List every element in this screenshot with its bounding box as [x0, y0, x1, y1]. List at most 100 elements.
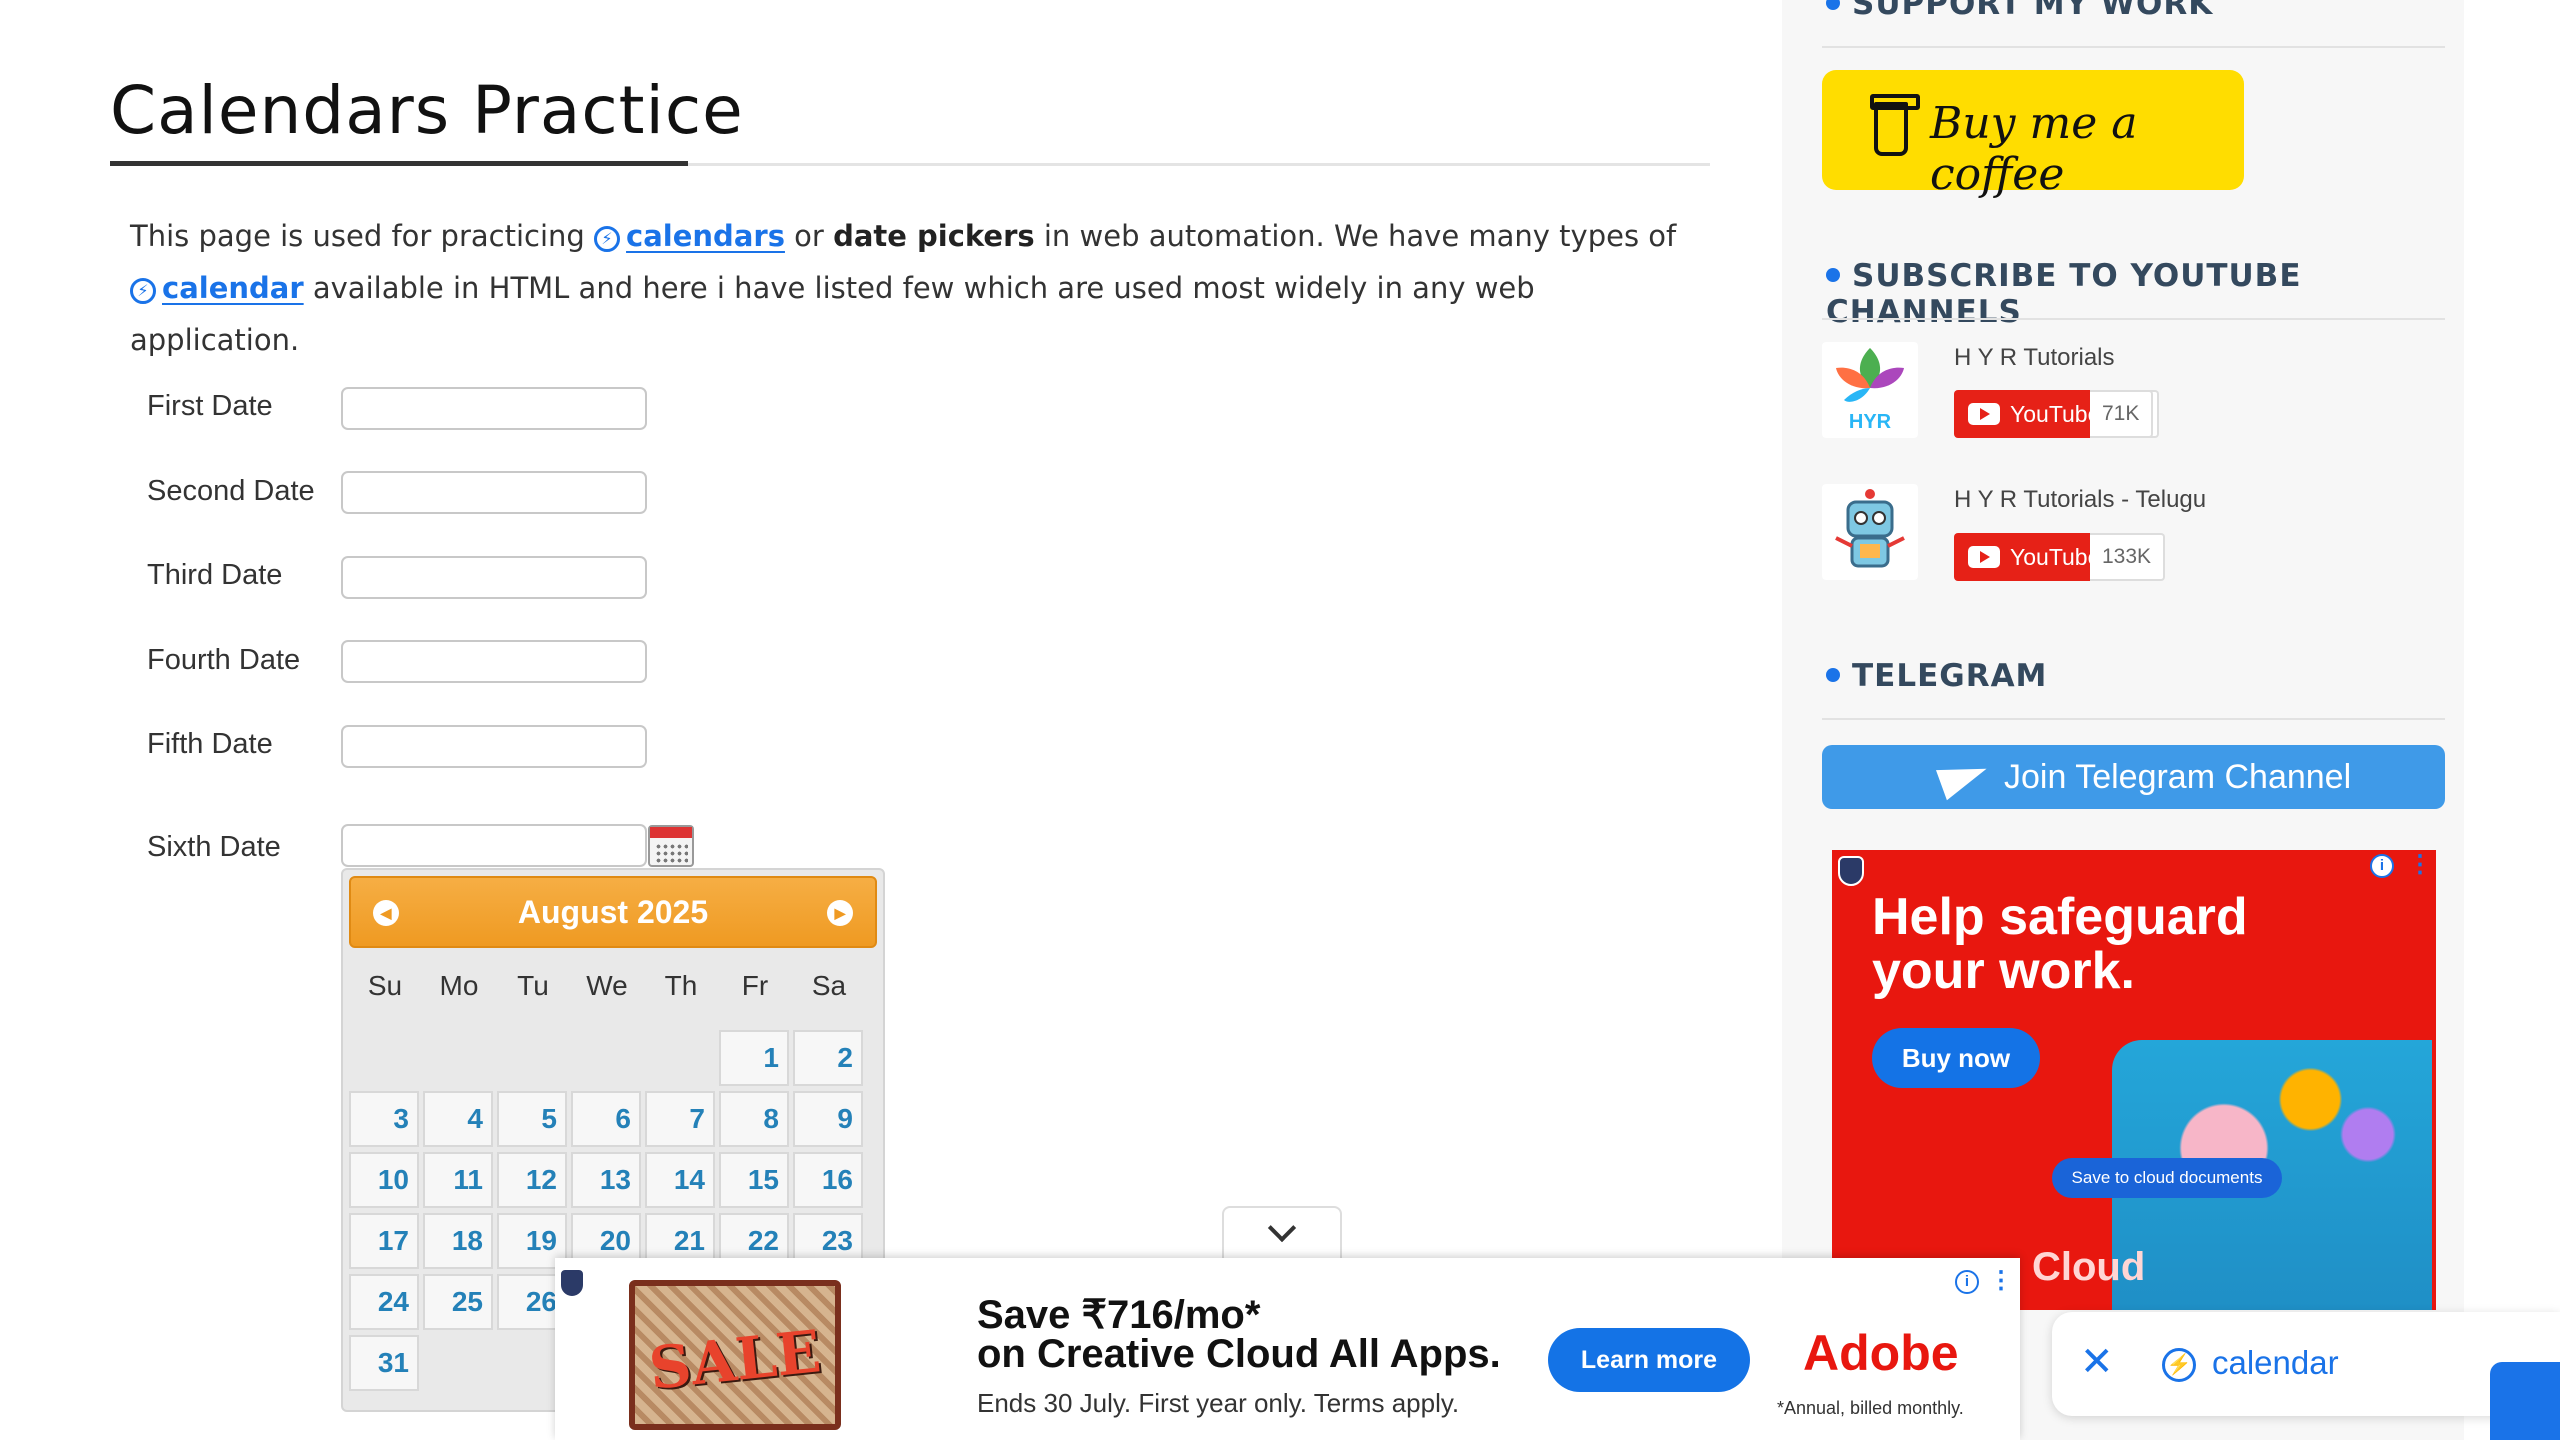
- youtube-play-icon: [1968, 403, 2000, 425]
- sixth-date-input[interactable]: [341, 824, 647, 867]
- intro-text: available in HTML and here i have listed…: [130, 271, 1535, 357]
- calendar-day[interactable]: 18: [423, 1213, 493, 1269]
- calendar-day[interactable]: 3: [349, 1091, 419, 1147]
- ad-buy-now-button[interactable]: Buy now: [1872, 1028, 2040, 1088]
- ad-info-icon[interactable]: i: [2370, 854, 2394, 878]
- calendar-day[interactable]: 7: [645, 1091, 715, 1147]
- sidebar-advertisement[interactable]: i ⋮ Help safeguard your work. Buy now Sa…: [1832, 850, 2436, 1310]
- youtube-play-icon: [1968, 546, 2000, 568]
- divider: [1822, 46, 2445, 48]
- ad-offer-subline: on Creative Cloud All Apps.: [977, 1332, 1501, 1376]
- subscriber-count: 71K: [2090, 390, 2154, 438]
- subscriber-count: 133K: [2090, 533, 2166, 581]
- search-suggestion-chip[interactable]: ✕ ⚡ calendar: [2052, 1312, 2560, 1416]
- weekday-header: Sa: [811, 970, 847, 1001]
- svg-text:HYR: HYR: [1849, 411, 1892, 433]
- sale-badge-text: SALE: [645, 1317, 824, 1403]
- chevron-down-icon: [1267, 1213, 1297, 1243]
- calendar-day[interactable]: 1: [719, 1030, 789, 1086]
- calendar-day[interactable]: 15: [719, 1152, 789, 1208]
- calendar-day[interactable]: 11: [423, 1152, 493, 1208]
- calendar-day[interactable]: 8: [719, 1091, 789, 1147]
- fifth-date-label: Fifth Date: [147, 728, 273, 760]
- intro-text: This page is used for practicing: [130, 219, 595, 253]
- close-icon[interactable]: ✕: [2080, 1342, 2114, 1382]
- second-date-input[interactable]: [341, 471, 647, 514]
- ad-menu-icon[interactable]: ⋮: [2408, 852, 2432, 880]
- calendar-day[interactable]: 16: [793, 1152, 863, 1208]
- main-content: Calendars Practice This page is used for…: [0, 0, 1740, 1440]
- support-heading: SUPPORT MY WORK: [1826, 0, 2213, 22]
- calendar-day[interactable]: 25: [423, 1274, 493, 1330]
- weekday-header: Su: [367, 970, 403, 1001]
- intro-text: in web automation. We have many types of: [1034, 219, 1677, 253]
- bottom-advertisement[interactable]: SALE Save ₹716/mo* on Creative Cloud All…: [555, 1258, 2020, 1440]
- sixth-date-label: Sixth Date: [147, 831, 281, 863]
- weekday-header: Tu: [517, 970, 549, 1001]
- weekday-header: Fr: [741, 970, 769, 1001]
- calendar-link[interactable]: calendar: [162, 271, 304, 305]
- channel-name[interactable]: H Y R Tutorials - Telugu: [1954, 486, 2206, 514]
- hyr-logo-avatar[interactable]: HYR: [1822, 342, 1918, 438]
- calendar-day[interactable]: 13: [571, 1152, 641, 1208]
- edit-icon[interactable]: [2490, 1362, 2560, 1440]
- calendar-day[interactable]: 2: [793, 1030, 863, 1086]
- calendar-day[interactable]: 14: [645, 1152, 715, 1208]
- lightning-icon: ⚡: [594, 226, 621, 252]
- calendar-day[interactable]: 12: [497, 1152, 567, 1208]
- weekday-header: Th: [664, 970, 698, 1001]
- calendar-day[interactable]: 9: [793, 1091, 863, 1147]
- lightning-icon: ⚡: [130, 278, 156, 304]
- calendar-day[interactable]: 6: [571, 1091, 641, 1147]
- telegram-heading: TELEGRAM: [1826, 658, 2047, 694]
- third-date-label: Third Date: [147, 559, 283, 591]
- fourth-date-label: Fourth Date: [147, 644, 301, 676]
- third-date-input[interactable]: [341, 556, 647, 599]
- sidebar: SUPPORT MY WORK Buy me a coffee SUBSCRIB…: [1782, 0, 2464, 1440]
- channel-name[interactable]: H Y R Tutorials: [1954, 344, 2115, 372]
- ad-info-icon[interactable]: i: [1955, 1270, 1979, 1294]
- first-date-label: First Date: [147, 390, 273, 422]
- calendar-day[interactable]: 31: [349, 1335, 419, 1391]
- telegram-button-label: Join Telegram Channel: [2004, 758, 2352, 796]
- calendar-icon[interactable]: [648, 825, 694, 867]
- telegram-icon: [1935, 753, 1993, 801]
- shield-icon: [1838, 856, 1864, 886]
- page-title: Calendars Practice: [110, 72, 744, 149]
- calendar-day[interactable]: 24: [349, 1274, 419, 1330]
- ad-menu-icon[interactable]: ⋮: [1989, 1268, 2013, 1296]
- calendar-day[interactable]: 4: [423, 1091, 493, 1147]
- date-pickers-text: date pickers: [833, 219, 1035, 253]
- ad-terms-line: Ends 30 July. First year only. Terms app…: [977, 1388, 1460, 1418]
- weekday-header: Mo: [439, 970, 479, 1001]
- join-telegram-button[interactable]: Join Telegram Channel: [1822, 745, 2445, 809]
- shield-icon: [559, 1268, 585, 1298]
- telegram-heading-text: TELEGRAM: [1852, 658, 2048, 694]
- ad-pill-label: Save to cloud documents: [2052, 1158, 2282, 1198]
- calendars-link[interactable]: calendars: [626, 219, 785, 253]
- calendar-day[interactable]: 10: [349, 1152, 419, 1208]
- collapse-ad-tab[interactable]: [1222, 1206, 1342, 1260]
- support-heading-text: SUPPORT MY WORK: [1852, 0, 2214, 22]
- intro-text: or: [784, 219, 834, 253]
- datepicker-month-year: August 2025: [517, 894, 709, 930]
- youtube-button-label: YouTube: [2010, 544, 2101, 570]
- chevron-right-icon[interactable]: ▶: [827, 900, 853, 926]
- weekday-header: We: [586, 970, 628, 1001]
- title-underline: [110, 161, 688, 166]
- learn-more-button[interactable]: Learn more: [1548, 1328, 1750, 1392]
- search-term[interactable]: calendar: [2212, 1344, 2339, 1382]
- calendar-day[interactable]: 5: [497, 1091, 567, 1147]
- telugu-robot-avatar[interactable]: [1822, 484, 1918, 580]
- intro-paragraph: This page is used for practicing ⚡ calend…: [130, 210, 1690, 366]
- coffee-label: Buy me a coffee: [1930, 98, 2138, 200]
- ad-headline: Help safeguard your work.: [1872, 888, 2248, 1000]
- ad-footer-text: Cloud: [2032, 1245, 2146, 1289]
- calendar-day[interactable]: 17: [349, 1213, 419, 1269]
- sale-badge-image: SALE: [629, 1280, 841, 1430]
- fifth-date-input[interactable]: [341, 725, 647, 768]
- first-date-input[interactable]: [341, 387, 647, 430]
- divider: [1822, 718, 2445, 720]
- fourth-date-input[interactable]: [341, 640, 647, 683]
- buy-me-a-coffee-button[interactable]: Buy me a coffee: [1822, 70, 2244, 200]
